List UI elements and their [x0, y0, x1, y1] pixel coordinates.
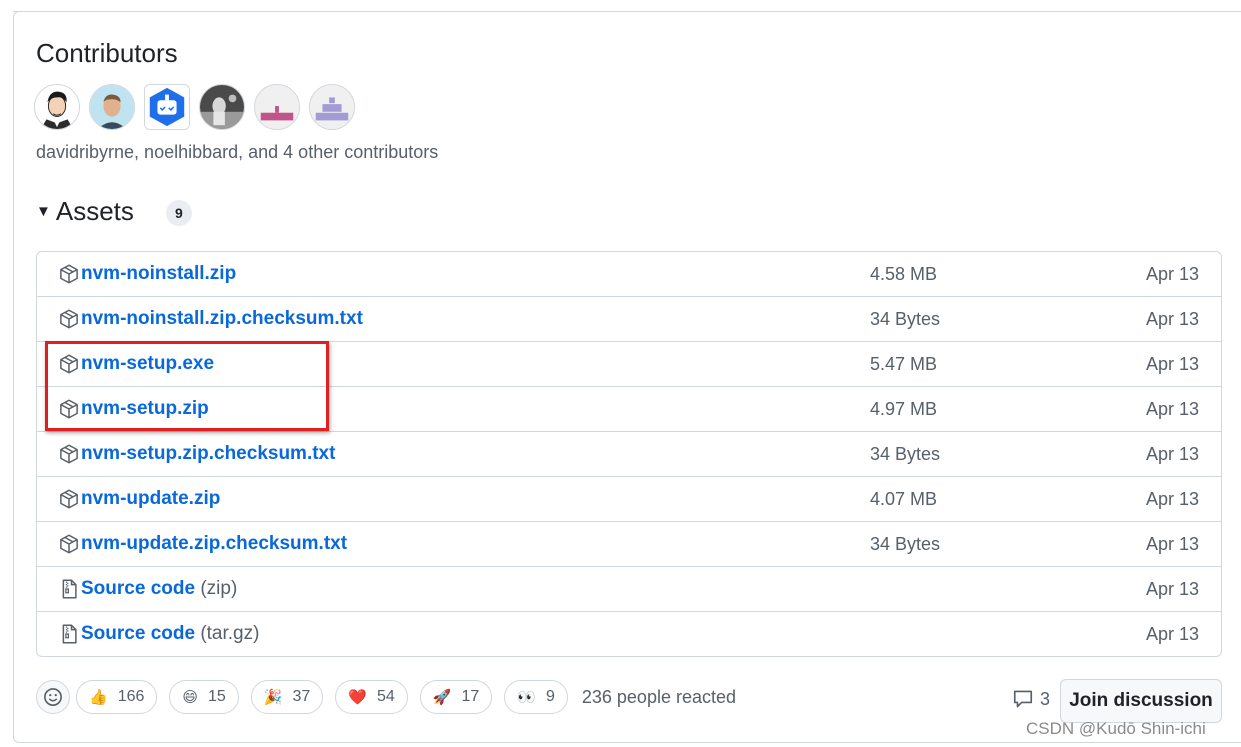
asset-date: Apr 13: [1145, 534, 1199, 554]
asset-link[interactable]: nvm-update.zip: [81, 488, 220, 510]
reaction-count: 166: [117, 688, 145, 705]
reaction-thumbs-up-button[interactable]: 👍 166: [76, 680, 158, 714]
assets-list: nvm-noinstall.zip 4.58 MB Apr 13 nvm-noi…: [36, 251, 1222, 657]
file-zip-icon: [59, 624, 79, 644]
avatar-man-photo[interactable]: [89, 84, 135, 130]
asset-link[interactable]: Source code (tar.gz): [81, 623, 259, 645]
asset-date: Apr 13: [1145, 624, 1199, 644]
assets-count-badge: 9: [165, 200, 192, 226]
asset-date: Apr 13: [1145, 264, 1199, 284]
asset-row: nvm-noinstall.zip.checksum.txt 34 Bytes …: [37, 297, 1221, 342]
asset-size: 4.07 MB: [870, 489, 938, 509]
reaction-eyes-button[interactable]: 👀 9: [504, 680, 568, 714]
assets-header[interactable]: ▼ Assets 9: [36, 196, 192, 227]
package-icon: [59, 489, 79, 509]
eyes-icon: 👀: [517, 689, 536, 706]
asset-link[interactable]: nvm-noinstall.zip: [81, 263, 236, 285]
reactions-total: 236 people reacted: [581, 686, 736, 707]
reaction-heart-button[interactable]: ❤️ 54: [335, 680, 408, 714]
asset-size: 34 Bytes: [870, 534, 941, 554]
laugh-icon: 😄: [182, 689, 199, 706]
assets-title: Assets: [55, 196, 134, 226]
asset-size: 34 Bytes: [870, 444, 941, 464]
reactions-bar: 👍 166 😄 15 🎉 37 ❤️ 54 🚀 17 👀 9 236 people reac…: [36, 680, 736, 714]
asset-link[interactable]: Source code (zip): [81, 578, 237, 600]
asset-size: 4.97 MB: [870, 399, 938, 419]
asset-row: Source code (zip) Apr 13: [37, 567, 1221, 612]
comment-count-value: 3: [1040, 688, 1051, 709]
contributors-summary: davidribyrne, noelhibbard, and 4 other c…: [36, 142, 439, 162]
reaction-count: 17: [461, 688, 480, 705]
watermark: CSDN @Kudō Shin-ichi: [1026, 719, 1206, 738]
reaction-count: 9: [545, 688, 555, 705]
package-icon: [59, 534, 79, 554]
package-icon: [59, 444, 79, 464]
asset-row: nvm-update.zip 4.07 MB Apr 13: [37, 477, 1221, 522]
avatar-cartoon-man[interactable]: [34, 84, 80, 130]
asset-row: nvm-setup.zip.checksum.txt 34 Bytes Apr …: [37, 432, 1221, 477]
annotation-highlight-box: [45, 341, 329, 431]
reaction-count: 37: [292, 688, 311, 705]
asset-size: 5.47 MB: [870, 354, 938, 374]
smiley-icon: [44, 688, 62, 706]
hooray-icon: 🎉: [263, 689, 283, 706]
asset-link[interactable]: nvm-noinstall.zip.checksum.txt: [81, 308, 363, 330]
avatar-identicon-pink[interactable]: [254, 84, 300, 130]
asset-row: nvm-noinstall.zip 4.58 MB Apr 13: [37, 252, 1221, 297]
avatar-bw-photo[interactable]: [199, 84, 245, 130]
asset-date: Apr 13: [1145, 309, 1199, 329]
avatar-bot[interactable]: [144, 84, 190, 130]
reaction-laugh-button[interactable]: 😄 15: [169, 680, 239, 714]
add-reaction-button[interactable]: [36, 680, 70, 714]
asset-date: Apr 13: [1145, 579, 1199, 599]
reaction-rocket-button[interactable]: 🚀 17: [419, 680, 493, 714]
package-icon: [59, 309, 79, 329]
triangle-down-icon[interactable]: ▼: [36, 203, 51, 220]
reaction-hooray-button[interactable]: 🎉 37: [250, 680, 324, 714]
asset-link[interactable]: nvm-update.zip.checksum.txt: [81, 533, 347, 555]
asset-date: Apr 13: [1145, 399, 1199, 419]
reaction-count: 54: [377, 688, 395, 705]
comment-icon: [1013, 690, 1033, 708]
avatar-identicon-lavender[interactable]: [309, 84, 355, 130]
package-icon: [59, 264, 79, 284]
thumbs-up-icon: 👍: [89, 689, 108, 706]
asset-size: 4.58 MB: [870, 264, 938, 284]
comment-count[interactable]: 3: [1012, 688, 1050, 710]
reaction-count: 15: [208, 688, 226, 705]
asset-date: Apr 13: [1145, 489, 1199, 509]
join-discussion-button[interactable]: Join discussion: [1060, 679, 1222, 723]
contributors-heading: Contributors: [36, 38, 178, 68]
asset-row: Source code (tar.gz) Apr 13: [37, 612, 1221, 657]
asset-date: Apr 13: [1145, 444, 1199, 464]
asset-link[interactable]: nvm-setup.zip.checksum.txt: [81, 443, 335, 465]
heart-icon: ❤️: [348, 689, 367, 706]
asset-date: Apr 13: [1145, 354, 1199, 374]
rocket-icon: 🚀: [432, 689, 452, 706]
asset-size: 34 Bytes: [870, 309, 941, 329]
file-zip-icon: [59, 579, 79, 599]
contributor-avatars: [34, 84, 355, 130]
asset-row: nvm-update.zip.checksum.txt 34 Bytes Apr…: [37, 522, 1221, 567]
